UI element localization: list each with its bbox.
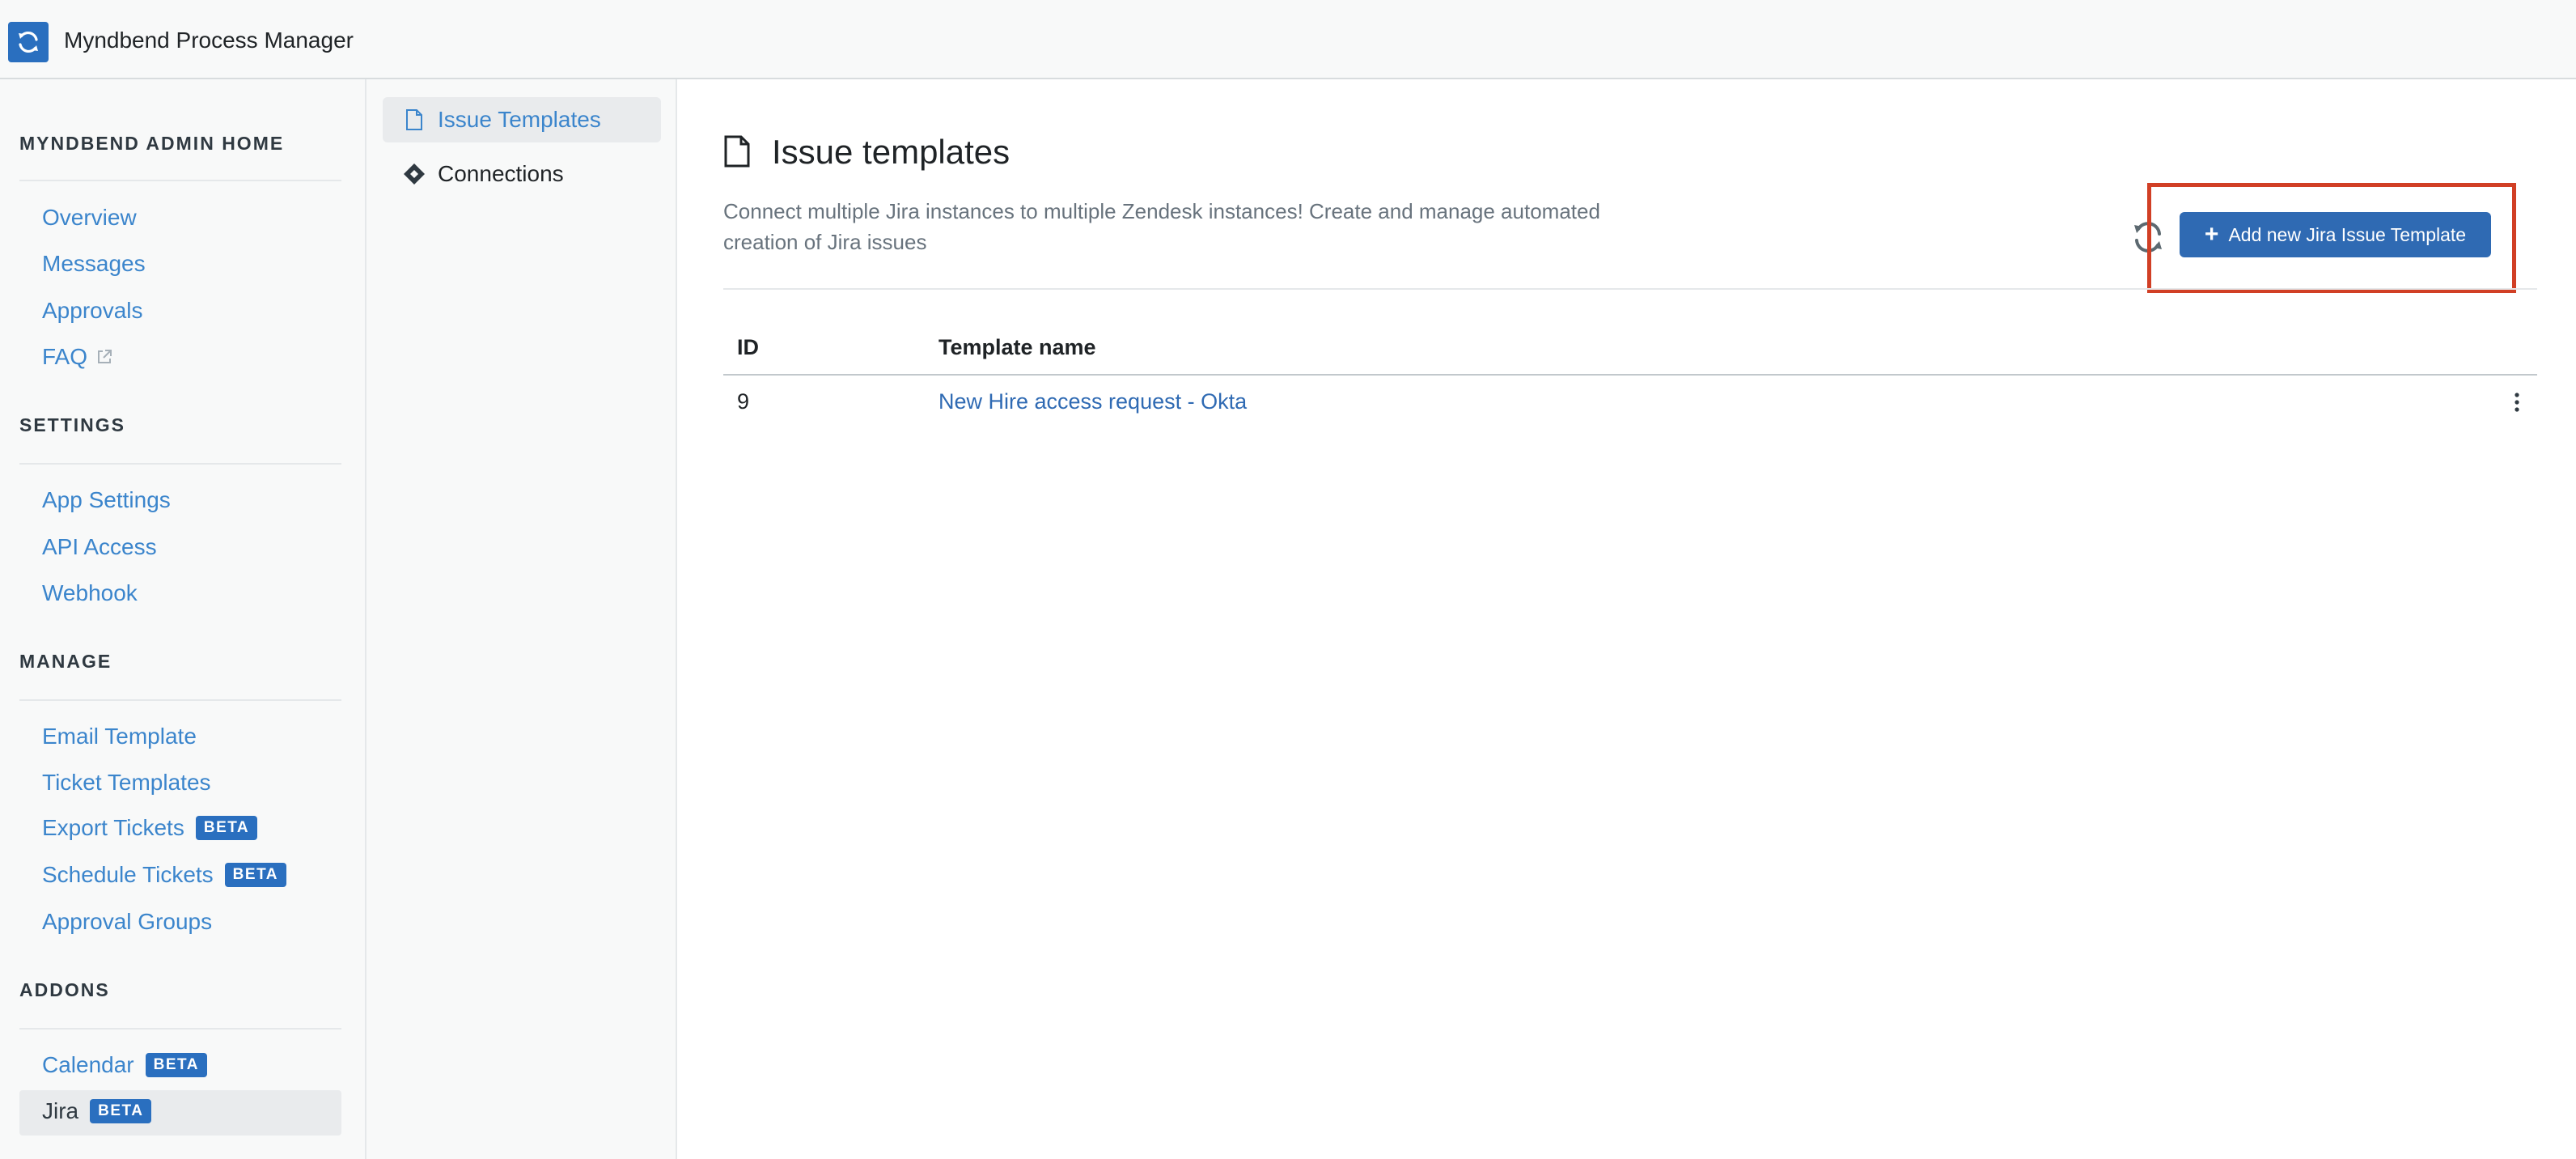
- column-header-id[interactable]: ID: [737, 335, 759, 360]
- secondary-nav: Issue Templates Connections: [366, 79, 677, 1159]
- beta-badge: BETA: [145, 1053, 207, 1077]
- header-divider: [723, 288, 2537, 290]
- row-actions-menu-icon[interactable]: [2505, 388, 2529, 416]
- refresh-icon[interactable]: [2129, 219, 2167, 256]
- add-button-label: Add new Jira Issue Template: [2228, 223, 2467, 245]
- beta-badge: BETA: [224, 863, 286, 887]
- beta-badge: BETA: [195, 816, 258, 840]
- table-header-divider: [723, 374, 2537, 376]
- sidebar-item-messages[interactable]: Messages: [42, 251, 146, 277]
- template-name-link[interactable]: New Hire access request - Okta: [938, 389, 1247, 414]
- sidebar-item-faq[interactable]: FAQ: [42, 344, 113, 370]
- section-heading-manage: MANAGE: [19, 651, 112, 672]
- sidebar-item-jira[interactable]: Jira BETA: [42, 1098, 152, 1124]
- sidebar-item-export-tickets[interactable]: Export Tickets BETA: [42, 815, 258, 841]
- top-bar: Myndbend Process Manager: [0, 0, 2576, 79]
- sidebar-item-api-access[interactable]: API Access: [42, 534, 157, 560]
- sidebar-item-calendar[interactable]: Calendar BETA: [42, 1052, 207, 1078]
- diamond-icon: [402, 162, 426, 186]
- subnav-item-label: Connections: [438, 161, 564, 186]
- sidebar-item-label: Schedule Tickets: [42, 862, 214, 887]
- external-link-icon: [95, 348, 113, 366]
- column-header-template-name[interactable]: Template name: [938, 335, 1096, 360]
- sidebar-item-email-template[interactable]: Email Template: [42, 724, 197, 749]
- document-icon: [723, 134, 751, 172]
- app-title: Myndbend Process Manager: [64, 28, 354, 53]
- section-divider: [19, 1028, 341, 1030]
- sidebar-item-label: FAQ: [42, 344, 88, 369]
- sidebar-item-schedule-tickets[interactable]: Schedule Tickets BETA: [42, 862, 286, 888]
- sidebar-item-approvals[interactable]: Approvals: [42, 298, 143, 324]
- add-jira-issue-template-button[interactable]: + Add new Jira Issue Template: [2180, 212, 2491, 257]
- sidebar-item-webhook[interactable]: Webhook: [42, 580, 138, 606]
- table-cell-id: 9: [737, 389, 750, 414]
- main-content: Issue templates Connect multiple Jira in…: [677, 79, 2576, 1159]
- subnav-item-issue-templates[interactable]: Issue Templates: [383, 97, 661, 142]
- section-heading-settings: SETTINGS: [19, 414, 126, 435]
- sidebar-item-label: Calendar: [42, 1052, 134, 1077]
- section-heading-admin-home: MYNDBEND ADMIN HOME: [19, 133, 285, 154]
- section-divider: [19, 180, 341, 181]
- sidebar: MYNDBEND ADMIN HOME Overview Messages Ap…: [0, 79, 366, 1159]
- section-divider: [19, 699, 341, 701]
- sidebar-item-label: Export Tickets: [42, 815, 184, 840]
- document-icon: [402, 108, 426, 132]
- sidebar-item-label: Jira: [42, 1098, 79, 1123]
- beta-badge: BETA: [90, 1099, 152, 1123]
- sidebar-item-overview[interactable]: Overview: [42, 205, 137, 231]
- page-description: Connect multiple Jira instances to multi…: [723, 199, 1600, 254]
- sync-logo-icon[interactable]: [8, 22, 49, 62]
- section-divider: [19, 463, 341, 465]
- sidebar-item-app-settings[interactable]: App Settings: [42, 487, 171, 513]
- sidebar-item-ticket-templates[interactable]: Ticket Templates: [42, 770, 211, 796]
- sidebar-item-approval-groups[interactable]: Approval Groups: [42, 909, 212, 935]
- plus-icon: +: [2204, 221, 2219, 248]
- page-title: Issue templates: [772, 133, 1010, 171]
- section-heading-addons: ADDONS: [19, 979, 110, 1000]
- subnav-item-connections[interactable]: Connections: [383, 151, 661, 197]
- subnav-item-label: Issue Templates: [438, 107, 601, 132]
